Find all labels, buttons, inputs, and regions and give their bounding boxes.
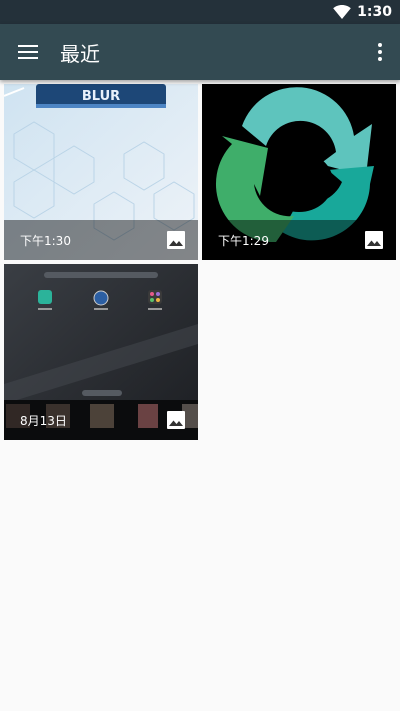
status-time: 1:30 bbox=[357, 4, 392, 20]
more-vert-icon bbox=[378, 43, 382, 61]
menu-icon bbox=[18, 45, 38, 59]
grid-item-date: 下午1:30 bbox=[20, 233, 71, 248]
grid-item[interactable]: 8月13日 bbox=[4, 264, 198, 440]
image-icon bbox=[365, 231, 383, 249]
grid-item[interactable]: 下午1:29 bbox=[202, 84, 396, 260]
grid-item[interactable]: BLUR 下午1:30 bbox=[4, 84, 198, 260]
app-bar: 最近 bbox=[0, 24, 400, 80]
menu-button[interactable] bbox=[0, 24, 56, 80]
image-icon bbox=[167, 231, 185, 249]
image-icon bbox=[167, 411, 185, 429]
overflow-menu-button[interactable] bbox=[368, 32, 392, 72]
grid-item-date: 下午1:29 bbox=[218, 233, 269, 248]
grid-item-caption: 下午1:30 bbox=[4, 220, 198, 260]
wifi-icon bbox=[333, 5, 351, 19]
grid-item-date: 8月13日 bbox=[20, 413, 67, 428]
page-title: 最近 bbox=[60, 41, 100, 66]
thumb-text: BLUR bbox=[82, 89, 120, 104]
grid-item-caption: 8月13日 bbox=[4, 400, 198, 440]
grid-item-caption: 下午1:29 bbox=[202, 220, 396, 260]
status-bar: 1:30 bbox=[0, 0, 400, 24]
